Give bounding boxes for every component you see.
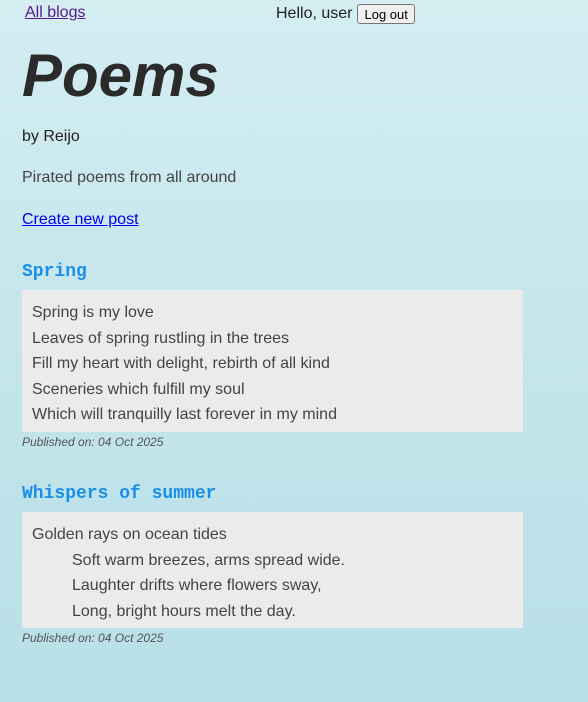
poem-line: Soft warm breezes, arms spread wide. [72,551,345,569]
logout-button[interactable]: Log out [357,4,415,24]
poem-line: Which will tranquilly last forever in my… [32,406,337,424]
poem-line: Long, bright hours melt the day. [72,602,296,620]
poem-line: Leaves of spring rustling in the trees [32,329,290,347]
blog-author: by Reijo [22,128,80,145]
post-body: Spring is my love Leaves of spring rustl… [22,290,523,432]
page-title: Poems [22,42,219,109]
post-title[interactable]: Spring [22,260,523,284]
create-new-post-link[interactable]: Create new post [22,211,139,229]
post-body: Golden rays on ocean tides Soft warm bre… [22,512,523,629]
poem-line: Laughter drifts where flowers sway, [72,577,322,595]
post-spring: Spring Spring is my love Leaves of sprin… [22,260,523,449]
poem-line: Sceneries which fulfill my soul [32,380,245,398]
published-date: Published on: 04 Oct 2025 [22,434,164,449]
post-whispers-of-summer: Whispers of summer Golden rays on ocean … [22,482,523,645]
blog-description: Pirated poems from all around [22,169,237,186]
poem-line: Golden rays on ocean tides [32,526,227,543]
poem-line: Spring is my love [32,304,154,321]
published-date: Published on: 04 Oct 2025 [22,631,164,646]
all-blogs-link[interactable]: All blogs [25,4,85,22]
greeting-text: Hello, user [276,5,353,22]
top-bar: All blogs Hello, user Log out [0,0,588,28]
user-greeting: Hello, user Log out [276,4,415,24]
post-title[interactable]: Whispers of summer [22,482,523,506]
poem-line: Fill my heart with delight, rebirth of a… [32,355,330,373]
